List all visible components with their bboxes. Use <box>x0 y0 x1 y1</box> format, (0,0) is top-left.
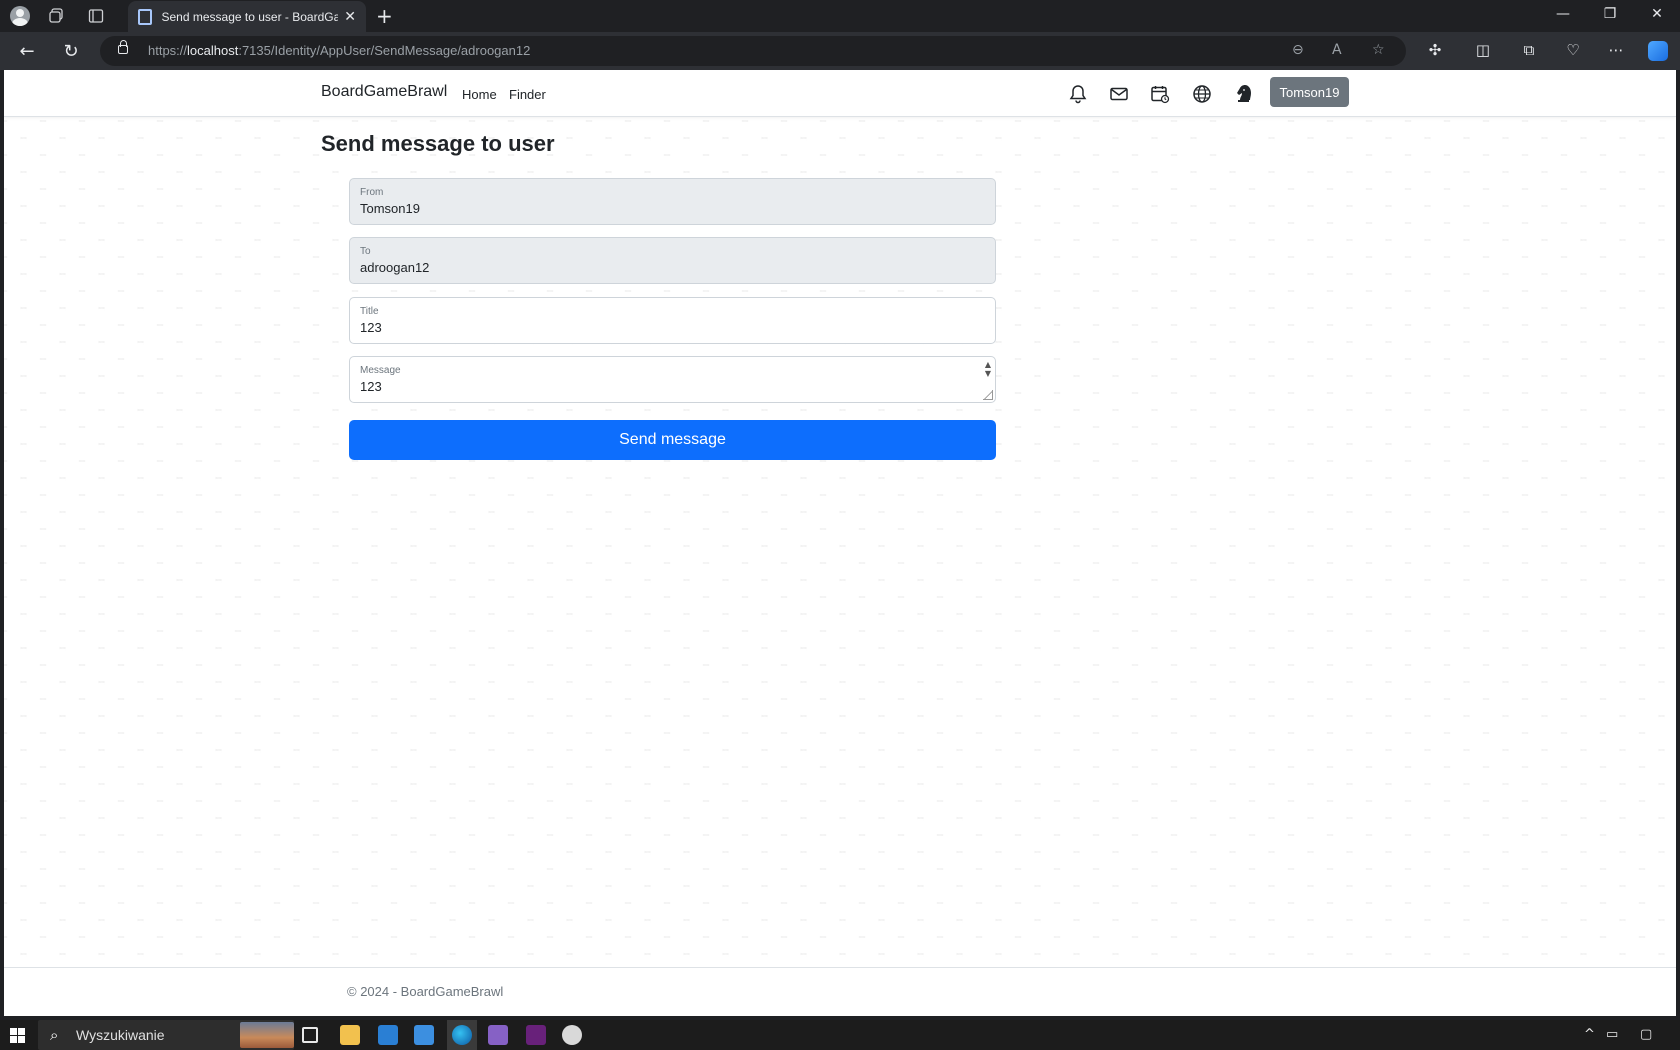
resize-handle-icon[interactable] <box>983 390 993 400</box>
favorite-star-icon[interactable]: ☆ <box>1372 42 1385 58</box>
main-content: Send message to user From Tomson19 To ad… <box>4 117 1676 967</box>
globe-icon[interactable] <box>1191 83 1213 105</box>
search-icon: ⌕ <box>50 1026 59 1044</box>
to-field[interactable]: To adroogan12 <box>349 237 996 284</box>
bell-icon[interactable] <box>1067 83 1089 105</box>
page-title: Send message to user <box>321 131 555 156</box>
message-label: Message <box>360 365 401 376</box>
refresh-icon[interactable]: ↻ <box>60 41 82 62</box>
to-label: To <box>360 246 371 257</box>
browser-tab-active[interactable]: Send message to user - BoardGa ✕ <box>128 1 366 32</box>
file-explorer-icon[interactable] <box>340 1025 360 1045</box>
browser-tab-strip: Send message to user - BoardGa ✕ + — ❐ ✕ <box>0 0 1680 32</box>
split-screen-icon[interactable]: ◫ <box>1472 41 1494 59</box>
nav-finder-link[interactable]: Finder <box>509 87 546 102</box>
csharp-tool-icon[interactable] <box>526 1025 546 1045</box>
desktop-app-icon[interactable] <box>414 1025 434 1045</box>
user-menu-button[interactable]: Tomson19 <box>1270 77 1349 107</box>
collections-icon[interactable]: ⧉ <box>1518 41 1540 59</box>
back-icon[interactable]: ← <box>16 41 38 62</box>
more-options-icon[interactable]: ⋯ <box>1605 41 1627 59</box>
taskbar-search-box[interactable]: ⌕ Wyszukiwanie <box>38 1020 294 1050</box>
browser-toolbar: ← ↻ https://localhost:7135/Identity/AppU… <box>0 32 1680 70</box>
read-aloud-icon[interactable]: A <box>1332 42 1342 58</box>
copilot-icon[interactable] <box>1648 41 1668 61</box>
network-icon[interactable]: ▭ <box>1606 1027 1618 1042</box>
minimize-icon[interactable]: — <box>1553 6 1573 22</box>
page-favicon-icon <box>138 8 152 25</box>
address-bar[interactable]: https://localhost:7135/Identity/AppUser/… <box>100 36 1406 66</box>
from-field[interactable]: From Tomson19 <box>349 178 996 225</box>
from-label: From <box>360 187 384 198</box>
to-value: adroogan12 <box>360 260 430 275</box>
lock-icon[interactable] <box>118 40 128 54</box>
url-text[interactable]: https://localhost:7135/Identity/AppUser/… <box>148 43 530 58</box>
windows-taskbar: ⌕ Wyszukiwanie ^ ▭ ▢ <box>0 1020 1680 1050</box>
restore-icon[interactable]: ❐ <box>1600 6 1620 22</box>
textarea-scroll-arrows-icon[interactable]: ▲ ▼ <box>985 360 991 378</box>
extensions-icon[interactable]: ✣ <box>1424 41 1446 59</box>
site-navbar: BoardGameBrawl Home Finder Tomson19 <box>4 70 1676 117</box>
zoom-out-icon[interactable]: ⊖ <box>1292 42 1304 58</box>
new-tab-icon[interactable]: + <box>376 4 393 28</box>
notifications-icon[interactable]: ▢ <box>1640 1027 1652 1042</box>
title-label: Title <box>360 306 379 317</box>
store-app-icon[interactable] <box>378 1025 398 1045</box>
site-brand[interactable]: BoardGameBrawl <box>321 83 447 101</box>
title-value[interactable]: 123 <box>360 320 382 335</box>
close-tab-icon[interactable]: ✕ <box>344 9 356 25</box>
footer-copyright: © 2024 - BoardGameBrawl <box>347 984 504 999</box>
tab-title: Send message to user - BoardGa <box>161 9 339 24</box>
from-value: Tomson19 <box>360 201 420 216</box>
profile-icon[interactable] <box>10 6 30 26</box>
message-value[interactable]: 123 <box>360 379 382 394</box>
edge-browser-icon[interactable] <box>452 1025 472 1045</box>
tray-chevron-icon[interactable]: ^ <box>1584 1027 1595 1042</box>
visual-studio-icon[interactable] <box>488 1025 508 1045</box>
nav-home-link[interactable]: Home <box>462 87 497 102</box>
workspaces-icon[interactable] <box>47 6 67 26</box>
taskbar-search-text: Wyszukiwanie <box>76 1027 165 1043</box>
site-footer: © 2024 - BoardGameBrawl <box>4 967 1676 1016</box>
windows-start-icon[interactable] <box>10 1028 25 1043</box>
envelope-icon[interactable] <box>1108 83 1130 105</box>
page-viewport: BoardGameBrawl Home Finder Tomson19 Send… <box>4 70 1676 1016</box>
task-view-icon[interactable] <box>302 1027 318 1043</box>
calendar-icon[interactable] <box>1149 83 1171 105</box>
search-highlight-image <box>240 1022 294 1048</box>
browser-essentials-icon[interactable]: ♡ <box>1562 41 1584 59</box>
chess-knight-icon[interactable] <box>1232 83 1254 105</box>
gaming-app-icon[interactable] <box>562 1025 582 1045</box>
title-input[interactable]: Title 123 <box>349 297 996 344</box>
message-textarea[interactable]: Message 123 ▲ ▼ <box>349 356 996 403</box>
close-window-icon[interactable]: ✕ <box>1647 6 1667 22</box>
tab-actions-icon[interactable] <box>86 6 106 26</box>
send-message-button[interactable]: Send message <box>349 420 996 460</box>
